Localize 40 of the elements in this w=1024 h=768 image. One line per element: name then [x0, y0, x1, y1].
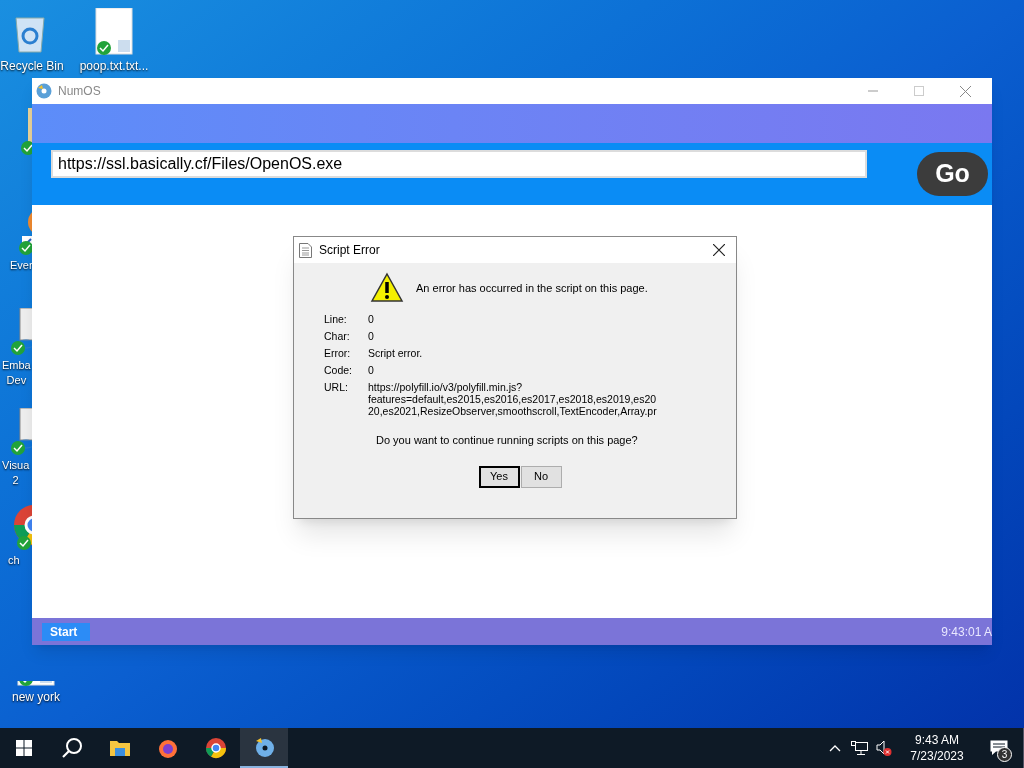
speaker-muted-icon[interactable]	[876, 740, 892, 756]
search-icon[interactable]	[61, 737, 83, 759]
field-label: Char:	[324, 330, 351, 342]
icon-label: Emba Dev	[2, 358, 31, 388]
field-label: URL:	[324, 381, 349, 395]
icon-label: Recycle Bin	[0, 58, 64, 74]
chevron-up-icon[interactable]	[829, 744, 841, 752]
field-value: 0	[368, 364, 374, 376]
date-text: 7/23/2023	[910, 748, 964, 764]
dialog-title: Script Error	[319, 242, 380, 259]
field-value: Script error.	[368, 347, 423, 359]
chrome-icon	[204, 736, 228, 760]
notification-count: 3	[997, 747, 1012, 762]
icon-label: ch	[8, 553, 20, 568]
icon-label: Ever	[10, 258, 33, 273]
field-value: 0	[368, 313, 374, 325]
close-icon[interactable]	[713, 244, 725, 256]
clock-text: 9:43:01 A	[941, 623, 992, 641]
url-field[interactable]: https://ssl.basically.cf/Files/OpenOS.exe	[51, 150, 867, 178]
warning-icon	[370, 272, 404, 304]
globe-disc-icon	[36, 83, 52, 99]
icon-label: poop.txt.txt...	[79, 58, 149, 74]
error-message: An error has occurred in the script on this page.	[416, 280, 648, 296]
field-label: Error:	[324, 347, 352, 359]
question-text: Do you want to continue running scripts on this page?	[375, 433, 639, 448]
network-icon[interactable]	[851, 740, 868, 756]
document-icon	[299, 242, 312, 258]
windows-logo-icon[interactable]	[16, 740, 32, 756]
field-label: Code:	[324, 364, 354, 376]
no-button[interactable]: No	[520, 465, 562, 488]
field-value: 0	[368, 330, 374, 342]
yes-button[interactable]: Yes	[478, 465, 520, 488]
window-title: NumOS	[58, 83, 101, 100]
field-label: Line:	[324, 313, 348, 325]
go-button[interactable]: Go	[917, 152, 988, 196]
taskbar-button[interactable]	[240, 728, 288, 768]
field-value: https://polyfill.io/v3/polyfill.min.js? features=default,es2015,es2016,es2017,es2018,es2019,es20 20,es2021,ResizeObserver,smoothscroll,TextEncoder,Array.pr	[368, 381, 657, 417]
icon-label: Visua 2	[2, 458, 30, 488]
time-text: 9:43 AM	[915, 732, 959, 748]
icon-label: new york	[12, 689, 60, 705]
